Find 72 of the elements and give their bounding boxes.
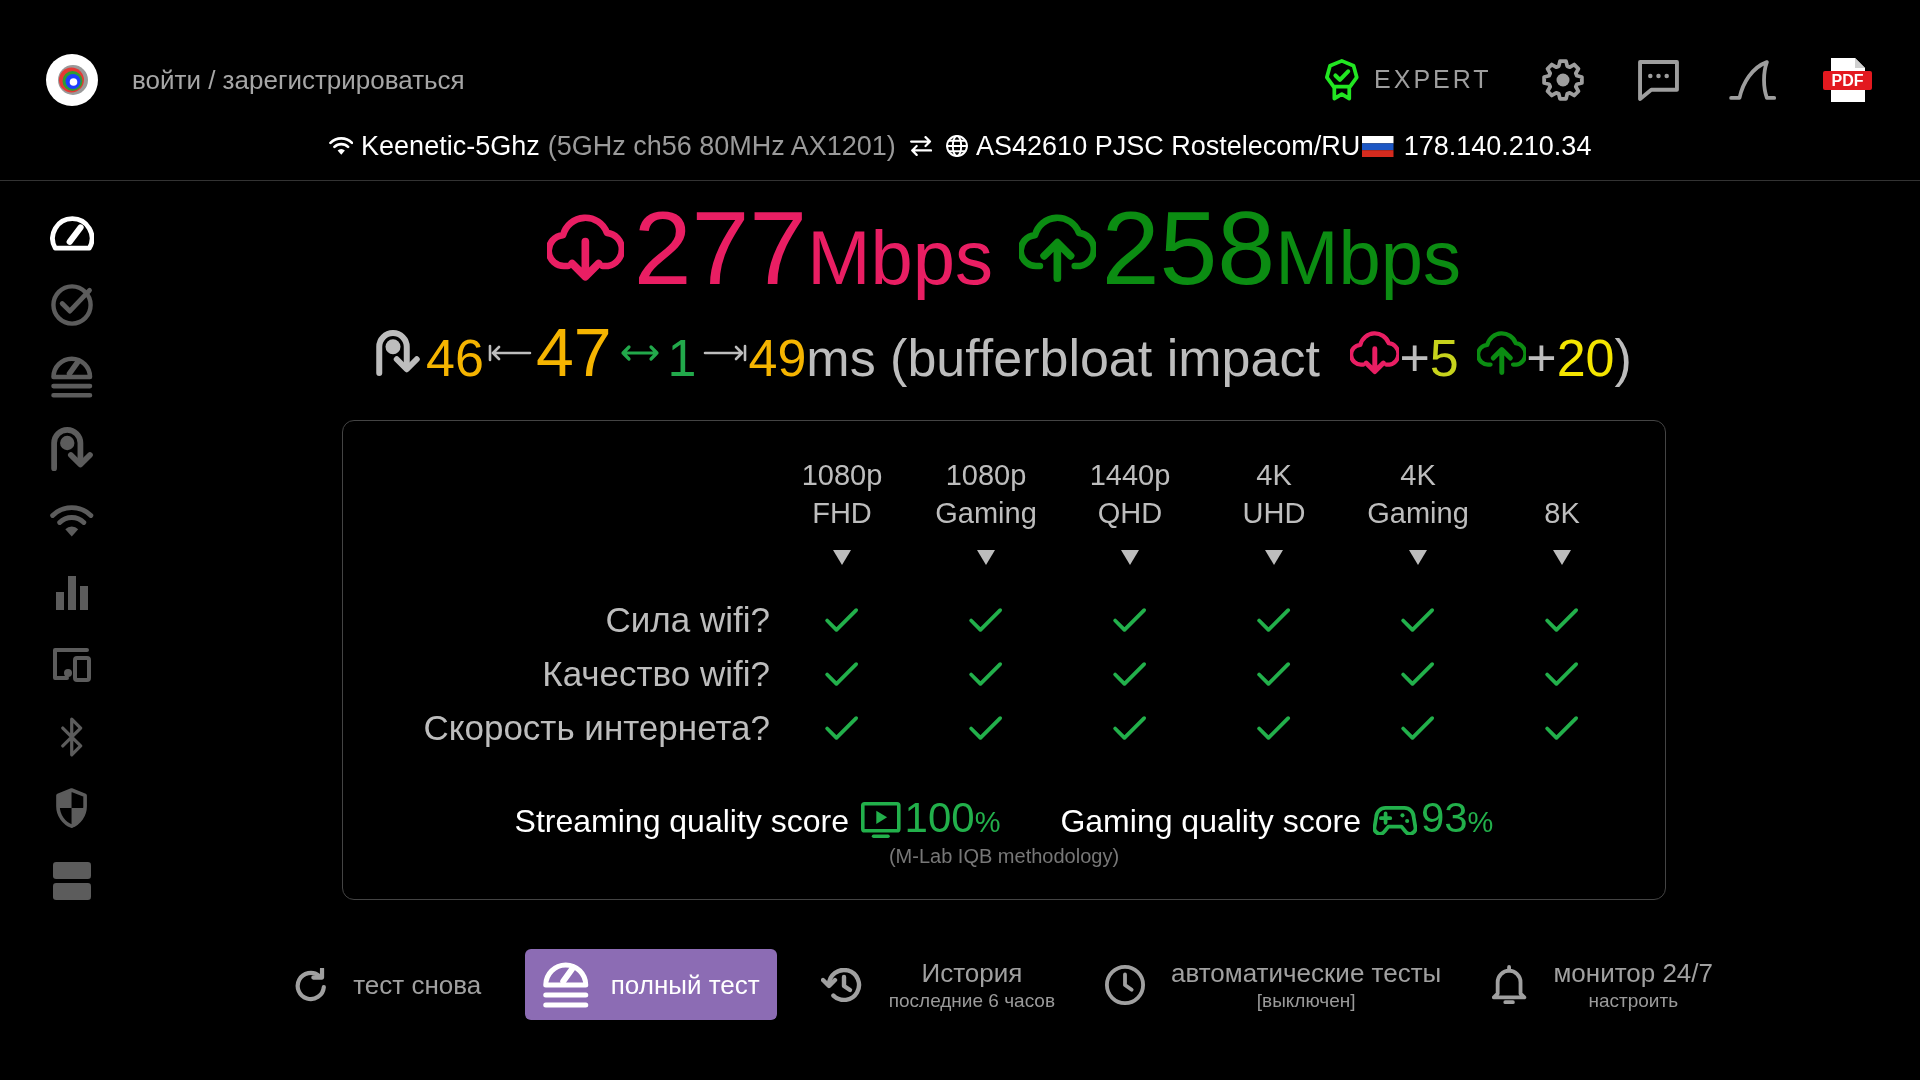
column-header: 4K Gaming — [1367, 458, 1469, 531]
latency-value: 47 — [535, 318, 612, 386]
bar-chart-icon[interactable] — [56, 576, 88, 610]
timer-arrow-icon[interactable] — [50, 427, 94, 471]
bufferbloat-value: +5 — [1399, 332, 1459, 384]
column-header: 1080p FHD — [801, 458, 883, 531]
globe-icon — [946, 135, 969, 157]
server-icon[interactable] — [53, 862, 91, 900]
gauge-lines-icon[interactable] — [51, 356, 93, 398]
swap-arrows-icon — [909, 136, 933, 156]
row-label: Сила wifi? — [605, 599, 770, 641]
expert-button[interactable]: EXPERT — [1325, 59, 1492, 101]
ip-address: 178.140.210.34 — [1403, 129, 1592, 163]
score-label: Gaming quality score — [1060, 805, 1361, 837]
score-value: 93% — [1420, 797, 1494, 839]
cloud-download-icon — [546, 214, 624, 282]
arrow-to-bar-icon — [487, 343, 532, 363]
clock-icon — [1105, 964, 1145, 1005]
latency-value: 46 — [426, 332, 484, 384]
wifi-icon[interactable] — [50, 505, 94, 537]
column-header: 4K UHD — [1242, 458, 1306, 531]
bufferbloat-value: +20 — [1526, 332, 1615, 384]
shield-icon[interactable] — [56, 788, 88, 830]
check-circle-icon[interactable] — [50, 284, 94, 326]
triangle-down-icon — [1553, 549, 1571, 565]
score-value: 100% — [904, 797, 1001, 839]
refresh-icon — [294, 967, 328, 1002]
column-header: 8K — [1544, 496, 1580, 531]
latency-value: 49 — [748, 332, 807, 384]
latency-value: 1 — [667, 332, 697, 384]
cloud-download-icon — [1349, 331, 1400, 375]
chat-icon[interactable] — [1637, 59, 1679, 101]
primary-button[interactable]: полный тест — [525, 949, 777, 1020]
settings-icon[interactable] — [1541, 59, 1584, 101]
action-button[interactable]: тест снова — [288, 949, 488, 1020]
cloud-upload-icon — [1019, 214, 1096, 282]
cloud-upload-icon — [1476, 331, 1527, 375]
triangle-down-icon — [977, 549, 995, 565]
bluetooth-icon[interactable] — [61, 717, 83, 757]
timer-arrow-icon — [376, 330, 421, 376]
methodology-note: (M-Lab IQB methodology) — [887, 844, 1121, 868]
flag-icon — [1362, 135, 1394, 157]
network-details: (5GHz ch56 80MHz AX1201) — [547, 129, 896, 163]
row-label: Скорость интернета? — [423, 707, 770, 749]
download-speed: 277Mbps — [633, 196, 993, 300]
triangle-down-icon — [1121, 549, 1139, 565]
devices-icon[interactable] — [53, 648, 91, 682]
action-button[interactable]: автоматические тесты [выключен] — [1099, 949, 1448, 1020]
triangle-down-icon — [1409, 549, 1427, 565]
play-screen-icon — [860, 802, 901, 838]
wifi-icon — [328, 137, 354, 155]
upload-speed: 258Mbps — [1101, 196, 1462, 300]
triangle-down-icon — [833, 549, 851, 565]
speedometer-icon[interactable] — [49, 215, 95, 251]
row-label: Качество wifi? — [542, 653, 770, 695]
badge-check-icon — [1325, 59, 1360, 101]
app-logo — [46, 54, 98, 106]
gauge-lines-icon — [543, 961, 589, 1008]
arrow-to-bar-icon — [702, 343, 747, 363]
column-header: 1440p QHD — [1089, 458, 1171, 531]
score-label: Streaming quality score — [514, 805, 849, 837]
curve-icon[interactable] — [1728, 60, 1777, 100]
bell-icon — [1491, 964, 1528, 1005]
provider-name: AS42610 PJSC Rostelecom/RU — [976, 129, 1361, 163]
column-header: 1080p Gaming — [935, 458, 1037, 531]
login-link[interactable]: войти / зарегистрироваться — [132, 60, 465, 100]
action-button[interactable]: монитор 24/7 настроить — [1485, 949, 1720, 1020]
history-icon — [820, 967, 863, 1002]
gamepad-icon — [1373, 805, 1417, 835]
action-button[interactable]: История последние 6 часов — [814, 949, 1061, 1020]
network-name: Keenetic-5Ghz — [361, 129, 540, 163]
triangle-down-icon — [1265, 549, 1283, 565]
